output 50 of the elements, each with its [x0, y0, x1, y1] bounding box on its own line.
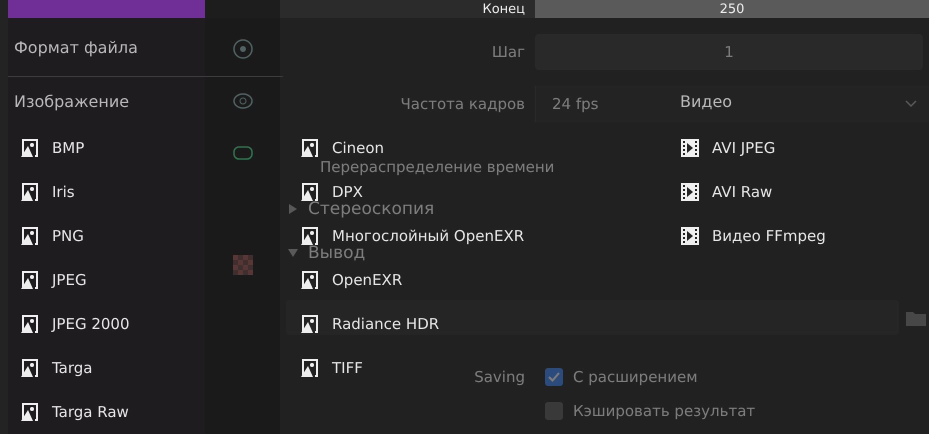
field-label: Saving: [474, 368, 525, 386]
checkbox-label: С расширением: [573, 368, 698, 386]
checkbox-label: Кэшировать результат: [573, 402, 756, 420]
image-icon: [20, 402, 40, 422]
image-icon: [300, 358, 320, 378]
image-icon: [20, 138, 40, 158]
film-icon: [680, 226, 700, 246]
image-icon: [20, 226, 40, 246]
menu-item[interactable]: OpenEXR: [300, 267, 402, 293]
menu-item[interactable]: Cineon: [300, 135, 384, 161]
chevron-down-icon: [905, 100, 917, 108]
field-label: Частота кадров: [400, 94, 526, 115]
image-icon: [300, 138, 320, 158]
image-icon: [20, 182, 40, 202]
path-field[interactable]: [286, 300, 899, 335]
checkbox[interactable]: [545, 402, 563, 420]
panel-header[interactable]: Перераспределение времени: [320, 158, 554, 176]
menu-item[interactable]: TIFF: [300, 355, 363, 381]
checkbox[interactable]: [545, 368, 563, 386]
menu-item[interactable]: AVI Raw: [680, 179, 772, 205]
field-label: Конец: [481, 0, 526, 18]
checker-icon: [232, 254, 254, 276]
checkmark-icon: [548, 372, 560, 382]
menu-title: Формат файла: [14, 38, 138, 57]
image-icon: [300, 182, 320, 202]
menu-item[interactable]: Iris: [20, 179, 75, 205]
menu-item[interactable]: Targa: [20, 355, 92, 381]
menu-heading: Изображение: [14, 92, 130, 111]
number-field[interactable]: 250: [535, 0, 929, 18]
menu-item[interactable]: Radiance HDR: [300, 311, 440, 337]
film-icon: [680, 138, 700, 158]
image-icon: [300, 314, 320, 334]
menu-item[interactable]: AVI JPEG: [680, 135, 776, 161]
sphere-icon: [232, 38, 254, 60]
menu-heading: Видео: [680, 92, 732, 111]
film-icon: [680, 182, 700, 202]
image-icon: [20, 270, 40, 290]
field-label: Шаг: [490, 42, 526, 63]
menu-item[interactable]: JPEG: [20, 267, 87, 293]
panel-header[interactable]: Стереоскопия: [308, 199, 434, 219]
image-icon: [300, 270, 320, 290]
menu-item[interactable]: Видео FFmpeg: [680, 223, 826, 249]
menu-item[interactable]: PNG: [20, 223, 84, 249]
panel-header[interactable]: Вывод: [308, 243, 366, 263]
image-icon: [20, 358, 40, 378]
menu-item[interactable]: JPEG 2000: [20, 311, 130, 337]
image-icon: [300, 226, 320, 246]
image-icon: [20, 314, 40, 334]
menu-item[interactable]: BMP: [20, 135, 84, 161]
menu-item[interactable]: Targa Raw: [20, 399, 129, 425]
